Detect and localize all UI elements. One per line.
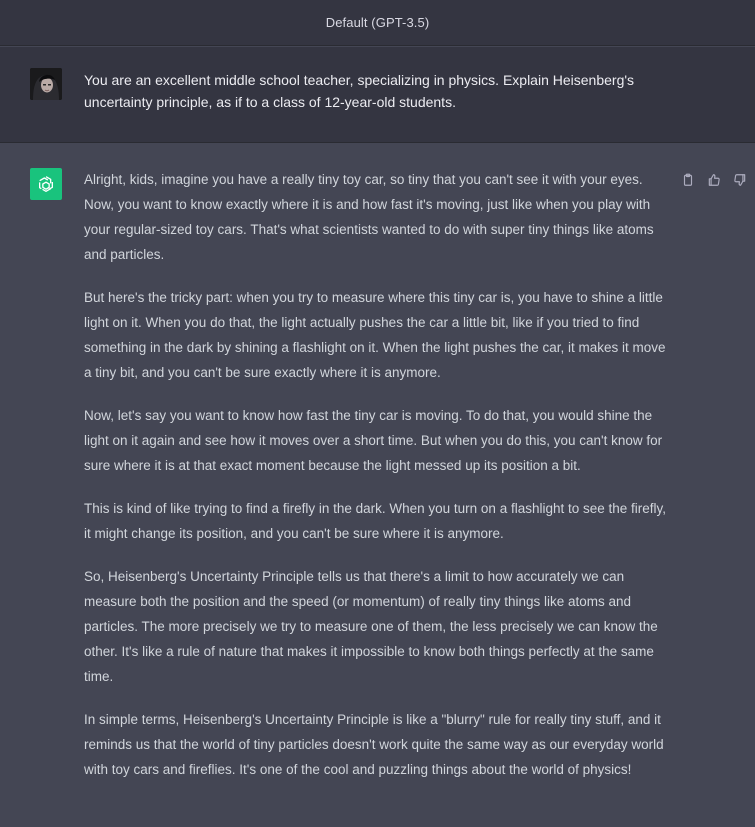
user-message-row: You are an excellent middle school teach…	[0, 47, 755, 143]
assistant-paragraph: In simple terms, Heisenberg's Uncertaint…	[84, 712, 664, 777]
clipboard-icon	[683, 173, 693, 186]
openai-logo-icon	[30, 168, 62, 200]
model-title[interactable]: Default (GPT-3.5)	[326, 15, 430, 30]
assistant-paragraph: Now, let's say you want to know how fast…	[84, 408, 663, 473]
like-button[interactable]	[704, 170, 724, 190]
thumbs-down-icon	[734, 174, 746, 186]
message-actions	[678, 170, 750, 190]
thumbs-up-icon	[708, 174, 720, 186]
user-message-text: You are an excellent middle school teach…	[84, 72, 635, 110]
user-avatar	[30, 68, 62, 100]
assistant-paragraph: Alright, kids, imagine you have a really…	[84, 172, 654, 262]
assistant-paragraph: But here's the tricky part: when you try…	[84, 290, 666, 380]
assistant-paragraph: So, Heisenberg's Uncertainty Principle t…	[84, 569, 658, 684]
assistant-paragraph: This is kind of like trying to find a fi…	[84, 501, 667, 541]
assistant-message-row: Alright, kids, imagine you have a really…	[0, 143, 755, 827]
user-avatar-image	[30, 68, 62, 100]
assistant-message-text: Alright, kids, imagine you have a really…	[84, 167, 674, 800]
top-bar: Default (GPT-3.5)	[0, 0, 755, 46]
dislike-button[interactable]	[730, 170, 750, 190]
copy-button[interactable]	[678, 170, 698, 190]
